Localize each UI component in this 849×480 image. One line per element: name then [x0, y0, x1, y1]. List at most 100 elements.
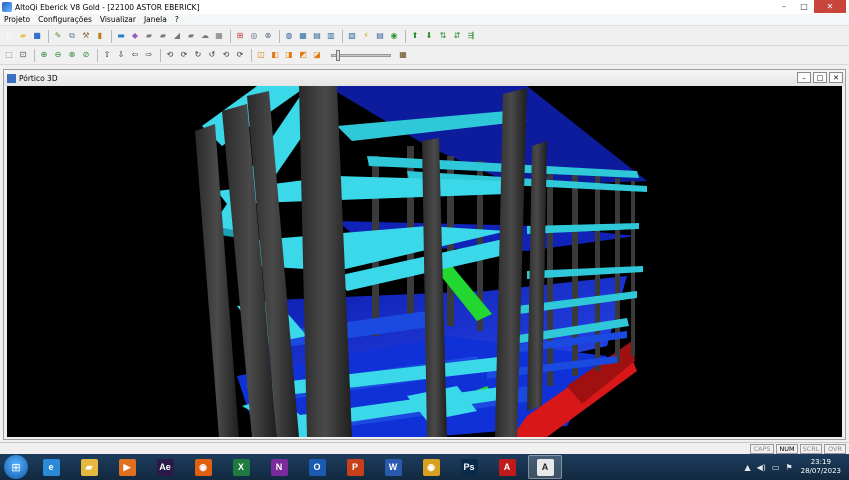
rotate-icon: ⟲	[166, 50, 174, 59]
menu-help[interactable]: ?	[171, 15, 183, 24]
floor-up-button[interactable]: ⬆	[409, 30, 421, 42]
clock[interactable]: 23:19 28/07/2023	[801, 458, 841, 476]
pillar-button[interactable]: ▮	[94, 30, 106, 42]
taskbar-media-player[interactable]: ▶	[110, 455, 144, 479]
edit-button[interactable]: ✎	[52, 30, 64, 42]
show-hidden-icons-icon[interactable]: ▲	[744, 463, 750, 472]
grid-toggle-button[interactable]: ▦	[397, 49, 409, 61]
detail-button[interactable]: ▥	[325, 30, 337, 42]
grid-button[interactable]: ▦	[213, 30, 225, 42]
zoom-slider-thumb[interactable]	[336, 49, 340, 61]
taskbar-outlook[interactable]: O	[300, 455, 334, 479]
network-icon[interactable]: ▭	[772, 463, 780, 472]
taskbar-after-effects[interactable]: Ae	[148, 455, 182, 479]
foundation-button[interactable]: ▰	[157, 30, 169, 42]
taskbar-firefox[interactable]: ◉	[186, 455, 220, 479]
taskbar-word[interactable]: W	[376, 455, 410, 479]
copy-button[interactable]: ⧉	[66, 30, 78, 42]
rotate-button[interactable]: ⟲	[164, 49, 176, 61]
floor-list-button[interactable]: ⇶	[465, 30, 477, 42]
taskbar-autocad[interactable]: A	[490, 455, 524, 479]
rotate-y-button[interactable]: ↻	[192, 49, 204, 61]
floor-copy-button[interactable]: ⇅	[437, 30, 449, 42]
wall-button[interactable]: ▰	[143, 30, 155, 42]
view-solid-button[interactable]: ◫	[255, 49, 267, 61]
tools-button[interactable]: ⚒	[80, 30, 92, 42]
start-button[interactable]: ⊞	[4, 455, 28, 479]
rotate-x-button[interactable]: ⟳	[178, 49, 190, 61]
3d-viewport[interactable]	[7, 86, 842, 437]
zoom-all-button[interactable]: ⊗	[66, 49, 78, 61]
taskbar-file-explorer[interactable]: ▰	[72, 455, 106, 479]
maximize-button[interactable]: □	[794, 0, 814, 13]
volume-icon[interactable]: ◀)	[757, 463, 766, 472]
taskbar-chrome[interactable]: ◉	[414, 455, 448, 479]
report-button[interactable]: ▤	[311, 30, 323, 42]
view-iso-button[interactable]: ◪	[311, 49, 323, 61]
table-button[interactable]: ▦	[297, 30, 309, 42]
child-close-button[interactable]: ✕	[829, 72, 843, 83]
child-restore-button[interactable]: □	[813, 72, 827, 83]
calc-button[interactable]: ⊗	[262, 30, 274, 42]
slab-button[interactable]: ◆	[129, 30, 141, 42]
reset-view-button[interactable]: ⟳	[234, 49, 246, 61]
pan-up-button[interactable]: ⇧	[101, 49, 113, 61]
flag-icon[interactable]: ⚑	[785, 463, 792, 472]
open-folder-button[interactable]: ▰	[17, 30, 29, 42]
pan-left-button[interactable]: ⇦	[129, 49, 141, 61]
toolbar-separator	[342, 29, 343, 43]
select-button[interactable]: ⬚	[3, 49, 15, 61]
view-side-button[interactable]: ◨	[283, 49, 295, 61]
stair-button[interactable]: ◢	[171, 30, 183, 42]
taskbar-onenote[interactable]: N	[262, 455, 296, 479]
rotate-z-button[interactable]: ↺	[206, 49, 218, 61]
help-button[interactable]: ◉	[388, 30, 400, 42]
zoom-slider[interactable]	[331, 49, 391, 61]
analysis-button[interactable]: ◎	[248, 30, 260, 42]
save-button[interactable]: ■	[31, 30, 43, 42]
pan-down-button[interactable]: ⇩	[115, 49, 127, 61]
view-top-button[interactable]: ◩	[297, 49, 309, 61]
print-button[interactable]: ▤	[374, 30, 386, 42]
play-icon: ▶	[118, 458, 136, 476]
child-minimize-button[interactable]: –	[797, 72, 811, 83]
beam-button[interactable]: ▬	[115, 30, 127, 42]
menu-janela[interactable]: Janela	[140, 15, 171, 24]
taskbar-excel[interactable]: X	[224, 455, 258, 479]
minimize-button[interactable]: –	[774, 0, 794, 13]
pan-right-button[interactable]: ⇨	[143, 49, 155, 61]
slab-icon: ◆	[131, 31, 139, 40]
zoom-window-icon: ⊡	[19, 50, 27, 59]
menu-configuracoes[interactable]: Configurações	[34, 15, 96, 24]
zoom-previous-button[interactable]: ⊘	[80, 49, 92, 61]
load-button[interactable]: ▰	[185, 30, 197, 42]
lightning-button[interactable]: ⚡	[360, 30, 372, 42]
toolbar-separator	[97, 48, 98, 62]
floor-down-button[interactable]: ⬇	[423, 30, 435, 42]
drawing-button[interactable]: ▧	[346, 30, 358, 42]
taskbar-eberick[interactable]: A	[528, 455, 562, 479]
floor-view-button[interactable]: ⇵	[451, 30, 463, 42]
wall-icon: ▰	[145, 31, 153, 40]
zoom-in-button[interactable]: ⊕	[38, 49, 50, 61]
taskbar-photoshop[interactable]: Ps	[452, 455, 486, 479]
lightning-icon: ⚡	[363, 31, 369, 40]
zoom-out-button[interactable]: ⊖	[52, 49, 64, 61]
globe-button[interactable]: ◍	[283, 30, 295, 42]
zoom-window-button[interactable]: ⊡	[17, 49, 29, 61]
new-file-button[interactable]: ▯	[3, 30, 15, 42]
clock-time: 23:19	[810, 458, 831, 466]
pan-down-icon: ⇩	[117, 50, 125, 59]
view-front-button[interactable]: ◧	[269, 49, 281, 61]
app-window: AltoQi Eberick V8 Gold - [22100 ASTOR EB…	[0, 0, 849, 480]
close-button[interactable]: ✕	[814, 0, 846, 13]
menu-visualizar[interactable]: Visualizar	[96, 15, 140, 24]
frame-button[interactable]: ⊞	[234, 30, 246, 42]
taskbar-internet-explorer[interactable]: e	[34, 455, 68, 479]
edit-icon: ✎	[54, 31, 62, 40]
cloud-button[interactable]: ☁	[199, 30, 211, 42]
taskbar-powerpoint[interactable]: P	[338, 455, 372, 479]
orbit-button[interactable]: ⟲	[220, 49, 232, 61]
reset-view-icon: ⟳	[236, 50, 244, 59]
menu-projeto[interactable]: Projeto	[0, 15, 34, 24]
